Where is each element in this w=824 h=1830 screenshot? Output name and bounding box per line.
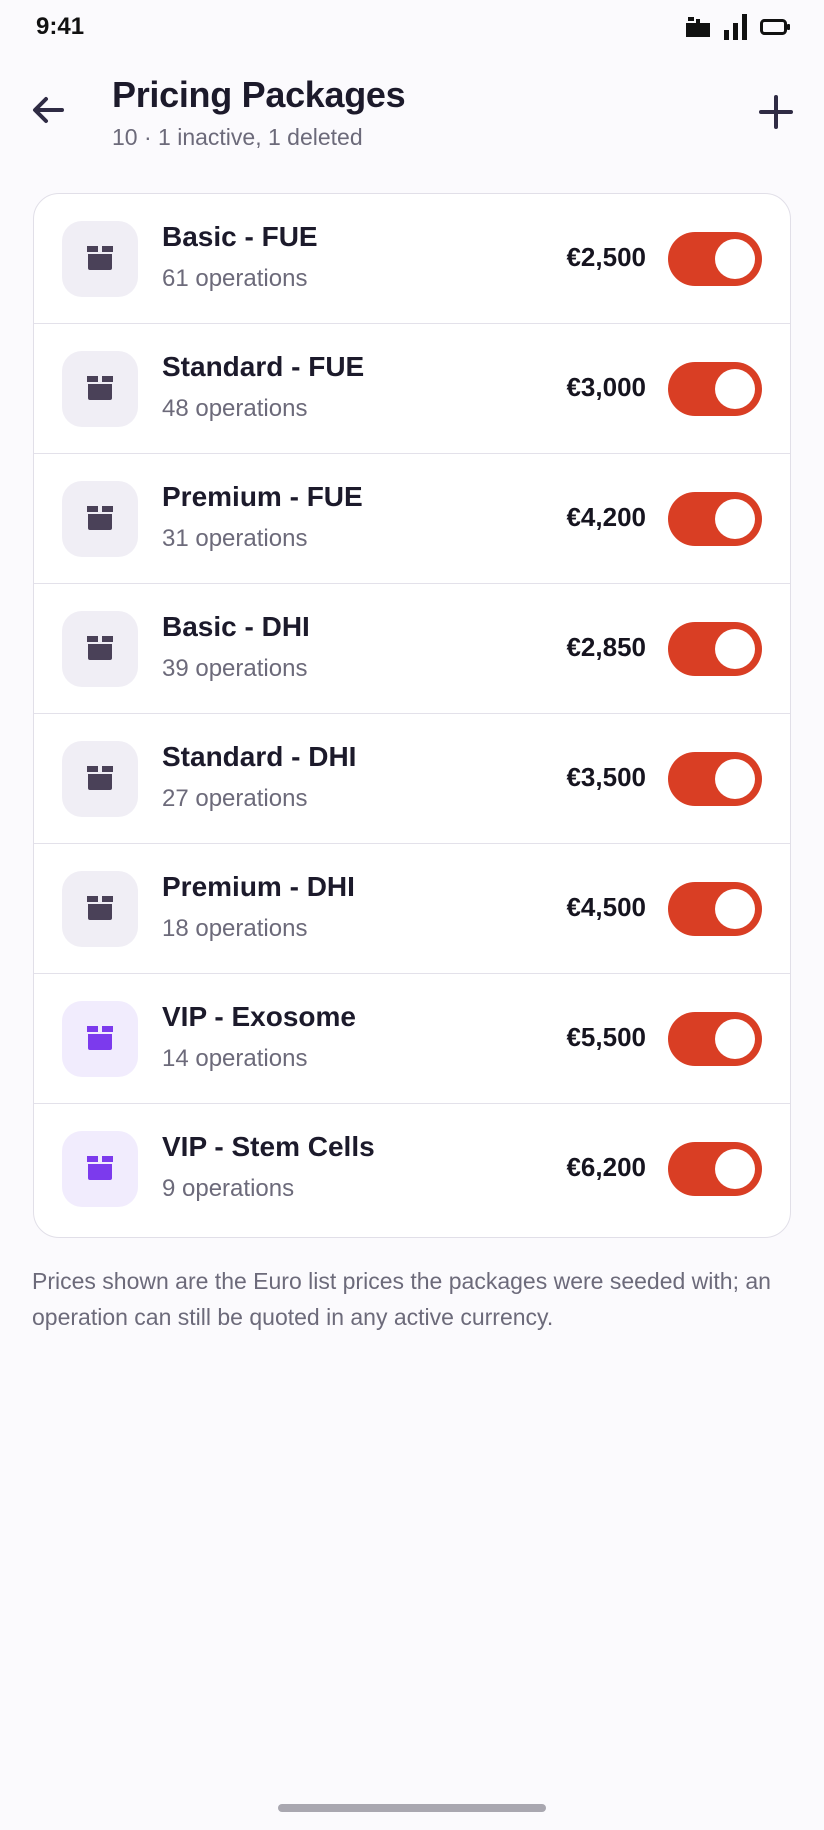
home-indicator[interactable] [278,1804,546,1812]
toggle-knob [715,889,755,929]
package-price: €3,000 [566,372,646,402]
package-name: Basic - FUE [162,221,318,252]
add-package-button[interactable] [750,88,802,140]
package-row[interactable]: Standard - DHI 27 operations €3,500 [34,714,790,844]
plus-icon [757,93,795,136]
package-icon [83,240,117,279]
toggle-knob [715,1019,755,1059]
package-price: €4,500 [566,892,646,922]
status-time: 9:41 [36,13,85,40]
package-name: VIP - Exosome [162,1001,357,1032]
package-icon-tile [62,871,138,947]
toggle-knob [715,499,755,539]
package-row[interactable]: VIP - Stem Cells 9 operations €6,200 [34,1104,790,1234]
notification-icon [684,15,712,44]
package-icon-tile [62,1131,138,1207]
package-name: Standard - DHI [162,741,357,772]
package-operations: 39 operations [162,655,308,682]
package-row[interactable]: Basic - FUE 61 operations €2,500 [34,194,790,324]
active-toggle[interactable] [668,752,762,806]
package-price: €2,500 [566,242,646,272]
package-icon [83,890,117,929]
package-price: €4,200 [566,502,646,532]
package-row[interactable]: Basic - DHI 39 operations €2,850 [34,584,790,714]
active-toggle[interactable] [668,1142,762,1196]
package-icon [83,370,117,409]
package-operations: 18 operations [162,915,308,942]
package-price: €3,500 [566,762,646,792]
package-icon [83,630,117,669]
package-row[interactable]: VIP - Exosome 14 operations €5,500 [34,974,790,1104]
package-row[interactable]: Standard - FUE 48 operations €3,000 [34,324,790,454]
package-icon-tile [62,351,138,427]
package-icon-tile [62,221,138,297]
package-name: Premium - DHI [162,871,355,902]
package-list: Basic - FUE 61 operations €2,500 Standar… [33,193,791,1238]
package-icon-tile [62,741,138,817]
package-icon-tile [62,1001,138,1077]
toggle-knob [715,759,755,799]
back-button[interactable] [24,88,72,136]
active-toggle[interactable] [668,882,762,936]
package-name: Basic - DHI [162,611,310,642]
signal-icon [724,14,748,45]
toggle-knob [715,629,755,669]
package-icon [83,1020,117,1059]
pricing-footnote: Prices shown are the Euro list prices th… [32,1268,771,1330]
package-name: Premium - FUE [162,481,363,512]
page-subtitle: 10 · 1 inactive, 1 deleted [112,124,363,150]
app-screen: 9:41 Pricing Packages 10 · 1 inactive, 1… [0,0,824,1830]
active-toggle[interactable] [668,492,762,546]
package-icon [83,760,117,799]
arrow-left-icon [28,90,68,135]
active-toggle[interactable] [668,232,762,286]
package-operations: 61 operations [162,265,308,292]
active-toggle[interactable] [668,622,762,676]
package-price: €2,850 [566,632,646,662]
package-name: Standard - FUE [162,351,365,382]
package-icon-tile [62,481,138,557]
package-row[interactable]: Premium - FUE 31 operations €4,200 [34,454,790,584]
status-icons [684,14,790,45]
package-operations: 48 operations [162,395,308,422]
package-icon [83,1150,117,1189]
package-icon [83,500,117,539]
status-bar: 9:41 [0,0,824,56]
package-name: VIP - Stem Cells [162,1131,375,1162]
package-operations: 14 operations [162,1045,308,1072]
page-title: Pricing Packages [112,74,406,115]
package-operations: 31 operations [162,525,308,552]
package-operations: 9 operations [162,1175,295,1202]
package-icon-tile [62,611,138,687]
header: Pricing Packages 10 · 1 inactive, 1 dele… [0,70,824,160]
package-price: €5,500 [566,1022,646,1052]
toggle-knob [715,1149,755,1189]
package-price: €6,200 [566,1152,646,1182]
battery-icon [760,18,790,41]
package-operations: 27 operations [162,785,308,812]
toggle-knob [715,369,755,409]
package-row[interactable]: Premium - DHI 18 operations €4,500 [34,844,790,974]
active-toggle[interactable] [668,1012,762,1066]
active-toggle[interactable] [668,362,762,416]
toggle-knob [715,239,755,279]
